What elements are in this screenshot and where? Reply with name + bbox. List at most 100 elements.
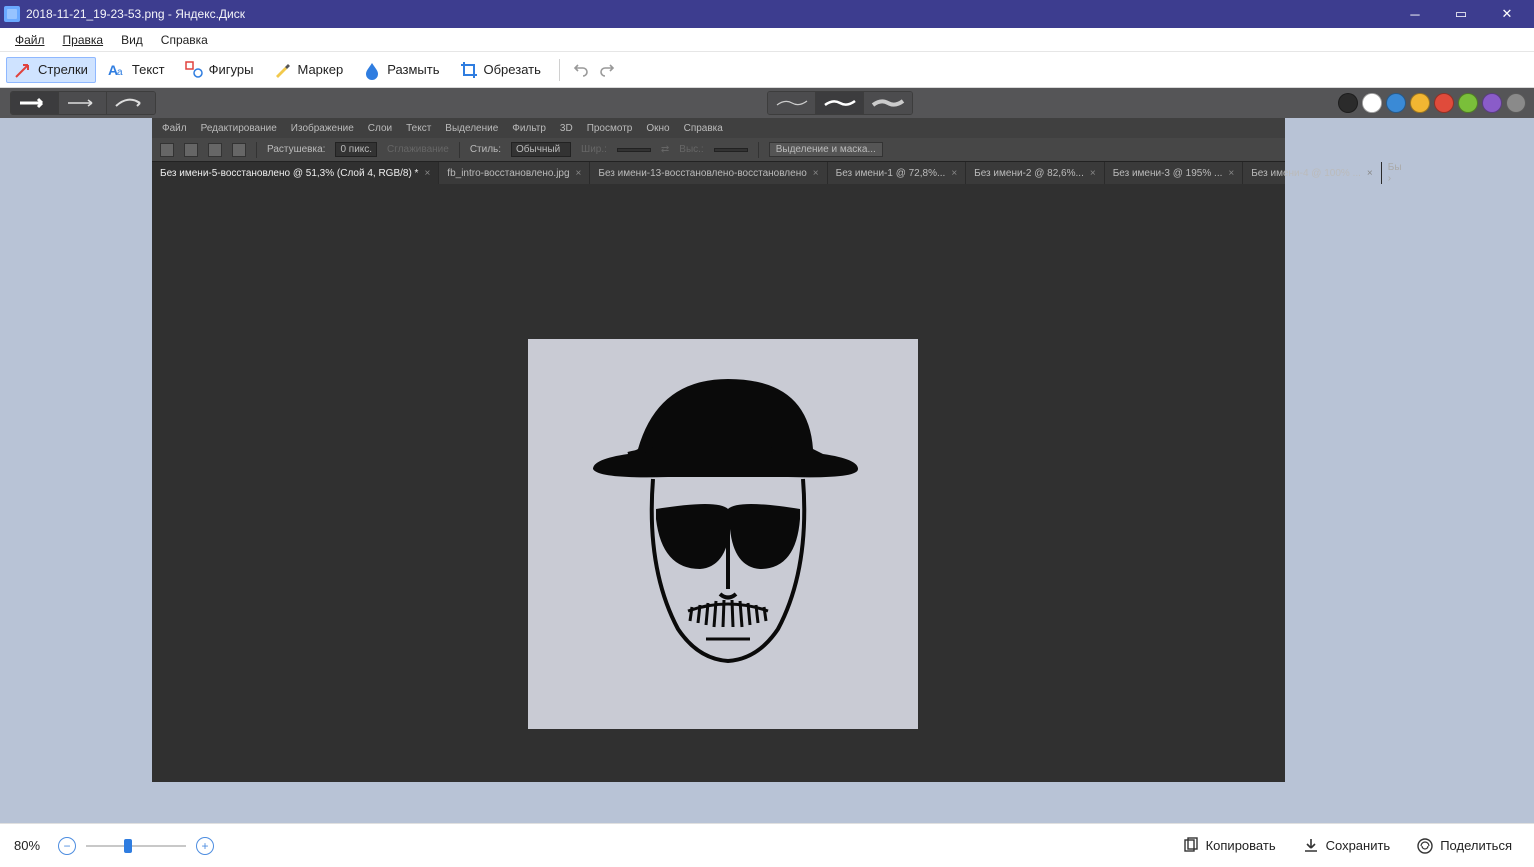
ps-select-mask-button: Выделение и маска... <box>769 142 883 157</box>
ps-tab: Без имени-1 @ 72,8%...× <box>828 162 967 184</box>
ps-menu-item: Фильтр <box>512 123 546 134</box>
tool-marker-label: Маркер <box>297 62 343 77</box>
ps-width-label: Шир.: <box>581 144 607 155</box>
tool-shapes-label: Фигуры <box>209 62 254 77</box>
ps-menu-item: Справка <box>684 123 723 134</box>
ps-workspace <box>152 184 1285 782</box>
screenshot-content: ФайлРедактированиеИзображениеСлоиТекстВы… <box>152 118 1285 782</box>
ps-selection-subtract <box>208 143 222 157</box>
menu-view[interactable]: Вид <box>112 31 152 49</box>
stroke-thin[interactable] <box>768 92 816 114</box>
app-icon <box>4 6 20 22</box>
ps-selection-add <box>184 143 198 157</box>
color-swatch-3[interactable] <box>1410 93 1430 113</box>
tool-ribbon: Стрелки Aa Текст Фигуры Маркер Размыть О… <box>0 52 1534 88</box>
tool-crop[interactable]: Обрезать <box>452 57 549 83</box>
shapes-icon <box>185 61 203 79</box>
copy-label: Копировать <box>1206 838 1276 853</box>
copy-button[interactable]: Копировать <box>1174 833 1284 859</box>
ps-menu-item: Текст <box>406 123 431 134</box>
tool-arrows[interactable]: Стрелки <box>6 57 96 83</box>
menu-edit[interactable]: Правка <box>54 31 113 49</box>
menu-help[interactable]: Справка <box>152 31 217 49</box>
stroke-weight-segmented <box>767 91 913 115</box>
color-swatch-1[interactable] <box>1362 93 1382 113</box>
zoom-value: 80% <box>14 838 48 853</box>
ps-tab: Без имени-2 @ 82,6%...× <box>966 162 1105 184</box>
color-swatch-2[interactable] <box>1386 93 1406 113</box>
ps-height-label: Выс.: <box>679 144 703 155</box>
tool-blur[interactable]: Размыть <box>355 57 447 83</box>
bottom-bar: 80% − + Копировать Сохранить Поделиться <box>0 823 1534 867</box>
minimize-button[interactable]: ─ <box>1392 0 1438 28</box>
canvas-area[interactable]: ФайлРедактированиеИзображениеСлоиТекстВы… <box>0 118 1534 823</box>
ps-menu-item: Редактирование <box>201 123 277 134</box>
ps-menu-item: Слои <box>368 123 392 134</box>
ps-menu-item: Окно <box>646 123 669 134</box>
tool-crop-label: Обрезать <box>484 62 541 77</box>
ps-feather-value: 0 пикс. <box>335 142 377 157</box>
stroke-medium[interactable] <box>816 92 864 114</box>
share-label: Поделиться <box>1440 838 1512 853</box>
ps-artboard <box>528 339 918 729</box>
color-swatch-0[interactable] <box>1338 93 1358 113</box>
svg-text:a: a <box>117 67 123 78</box>
ps-tab: Без имени-13-восстановлено-восстановлено… <box>590 162 827 184</box>
tool-text[interactable]: Aa Текст <box>100 57 173 83</box>
color-swatch-7[interactable] <box>1506 93 1526 113</box>
ps-style-value: Обычный <box>511 142 571 157</box>
ps-tab: Без имени-4 @ 100% ...× <box>1243 162 1382 184</box>
ps-menu-item: 3D <box>560 123 573 134</box>
share-button[interactable]: Поделиться <box>1408 833 1520 859</box>
window-title: 2018-11-21_19-23-53.png - Яндекс.Диск <box>26 7 1392 21</box>
zoom-slider[interactable] <box>86 836 186 856</box>
tool-blur-label: Размыть <box>387 62 439 77</box>
color-swatch-5[interactable] <box>1458 93 1478 113</box>
text-icon: Aa <box>108 61 126 79</box>
separator <box>559 59 560 81</box>
ps-menu-item: Выделение <box>445 123 498 134</box>
ps-menubar: ФайлРедактированиеИзображениеСлоиТекстВы… <box>152 118 1285 138</box>
ps-selection-new <box>160 143 174 157</box>
zoom-in-button[interactable]: + <box>196 837 214 855</box>
ps-tab: Без имени-3 @ 195% ...× <box>1105 162 1244 184</box>
ps-selection-intersect <box>232 143 246 157</box>
menubar: Файл Правка Вид Справка <box>0 28 1534 52</box>
ps-tab: Без имени-5-восстановлено @ 51,3% (Слой … <box>152 162 439 184</box>
arrow-style-curved[interactable] <box>107 92 155 114</box>
tool-shapes[interactable]: Фигуры <box>177 57 262 83</box>
ps-document-tabs: Без имени-5-восстановлено @ 51,3% (Слой … <box>152 162 1285 184</box>
color-palette <box>1338 88 1526 118</box>
color-swatch-4[interactable] <box>1434 93 1454 113</box>
download-icon <box>1302 837 1320 855</box>
tool-arrows-label: Стрелки <box>38 62 88 77</box>
ps-smoothing: Сглаживание <box>387 144 449 155</box>
ps-height-value <box>714 148 748 152</box>
save-button[interactable]: Сохранить <box>1294 833 1399 859</box>
titlebar: 2018-11-21_19-23-53.png - Яндекс.Диск ─ … <box>0 0 1534 28</box>
save-label: Сохранить <box>1326 838 1391 853</box>
ps-tab: fb_intro-восстановлено.jpg× <box>439 162 590 184</box>
ps-options-bar: Растушевка: 0 пикс. Сглаживание Стиль: О… <box>152 138 1285 162</box>
ps-width-value <box>617 148 651 152</box>
menu-file[interactable]: Файл <box>6 31 54 49</box>
undo-button[interactable] <box>570 59 592 81</box>
stroke-thick[interactable] <box>864 92 912 114</box>
maximize-button[interactable]: ▭ <box>1438 0 1484 28</box>
arrow-style-thick[interactable] <box>11 92 59 114</box>
color-swatch-6[interactable] <box>1482 93 1502 113</box>
ps-tabs-overflow: Бы › <box>1382 162 1408 184</box>
arrow-style-thin[interactable] <box>59 92 107 114</box>
ps-style-label: Стиль: <box>470 144 501 155</box>
tool-marker[interactable]: Маркер <box>265 57 351 83</box>
arrow-options-strip <box>0 88 1534 118</box>
blur-icon <box>363 61 381 79</box>
marker-icon <box>273 61 291 79</box>
copy-icon <box>1182 837 1200 855</box>
arrow-icon <box>14 61 32 79</box>
zoom-out-button[interactable]: − <box>58 837 76 855</box>
share-icon <box>1416 837 1434 855</box>
close-button[interactable]: ✕ <box>1484 0 1530 28</box>
zoom-slider-thumb[interactable] <box>124 839 132 853</box>
redo-button[interactable] <box>596 59 618 81</box>
